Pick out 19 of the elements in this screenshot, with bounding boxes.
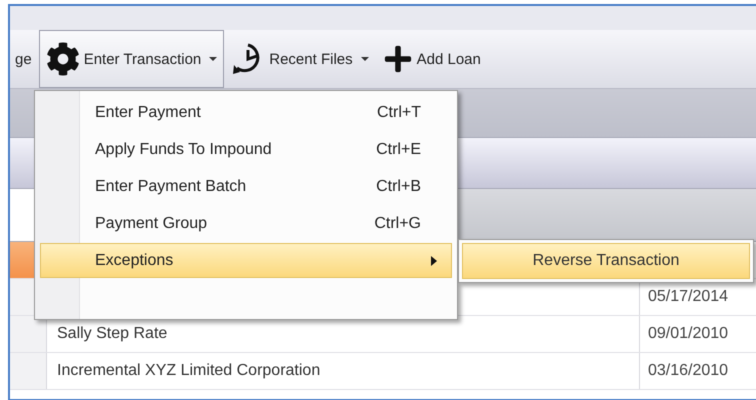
table-cell: 05/17/2014: [648, 288, 728, 306]
menu-item[interactable]: Exceptions: [40, 243, 452, 278]
table-cell: 03/16/2010: [648, 362, 728, 380]
gear-icon: [46, 42, 80, 76]
toolbar-button[interactable]: ge: [10, 30, 39, 88]
menu-item[interactable]: Enter Payment Ctrl+T: [40, 95, 452, 130]
menu-item[interactable]: Payment Group Ctrl+G: [40, 206, 452, 241]
toolbar-button[interactable]: Enter Transaction: [38, 30, 224, 88]
toolbar-button[interactable]: Recent Files: [224, 30, 376, 88]
toolbar-button[interactable]: Add Loan: [376, 30, 488, 88]
table-cell: Incremental XYZ Limited Corporation: [57, 362, 320, 380]
table-cell: 09/01/2010: [648, 325, 728, 343]
row-header[interactable]: [10, 353, 47, 389]
plus-icon: [382, 44, 413, 74]
table-cell: Sally Step Rate: [57, 325, 168, 343]
menu-item[interactable]: Reverse Transaction: [462, 243, 750, 279]
menu-item[interactable]: Enter Payment Batch Ctrl+B: [40, 169, 452, 204]
row-header[interactable]: [10, 316, 47, 352]
menu-item[interactable]: Apply Funds To Impound Ctrl+E: [40, 132, 452, 167]
